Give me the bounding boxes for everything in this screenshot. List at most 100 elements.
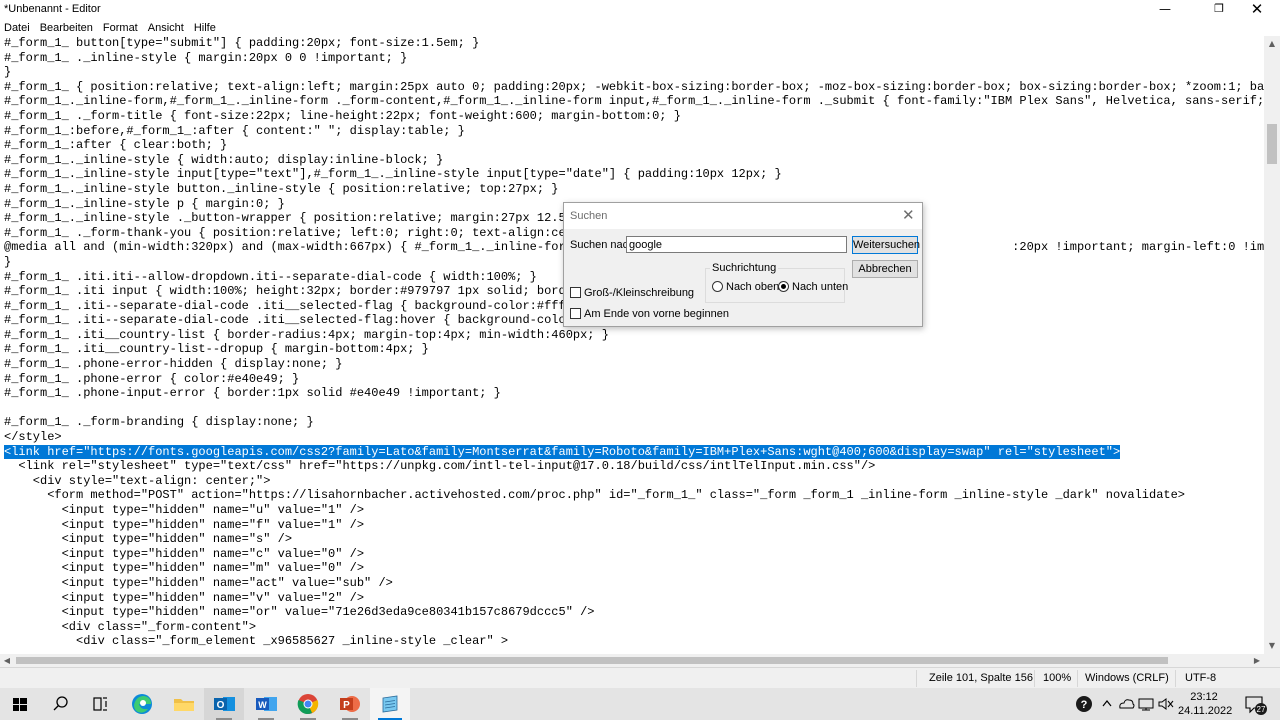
direction-up-label[interactable]: Nach oben (726, 281, 779, 293)
show-hidden-icons-button[interactable] (1098, 688, 1116, 720)
monitor-icon (1138, 698, 1154, 711)
menu-format[interactable]: Format (98, 20, 143, 36)
horizontal-scrollbar[interactable]: ◀ ▶ (0, 654, 1264, 667)
text-editor[interactable]: #_form_1_ button[type="submit"] { paddin… (0, 36, 1264, 654)
code-line-text: <div style="text-align: center;"> (4, 473, 271, 488)
scrollbar-corner (1264, 654, 1280, 667)
find-dialog-titlebar: Suchen (564, 203, 922, 229)
code-line-text: <input type="hidden" name="f" value="1" … (4, 517, 365, 532)
status-divider (1034, 670, 1035, 687)
code-line: <input type="hidden" name="s" /> (4, 532, 1264, 547)
selected-code-line: <link href="https://fonts.googleapis.com… (4, 444, 1264, 460)
help-tray-button[interactable]: ? (1072, 688, 1096, 720)
window-title: *Unbenannt - Editor (4, 3, 101, 15)
wrap-around-label[interactable]: Am Ende von vorne beginnen (584, 308, 729, 320)
scroll-down-icon[interactable]: ▼ (1264, 638, 1280, 654)
code-line: <div class="_form-content"> (4, 620, 1264, 635)
scroll-up-icon[interactable]: ▲ (1264, 36, 1280, 52)
menu-bearbeiten[interactable]: Bearbeiten (35, 20, 98, 36)
taskbar-chrome[interactable] (288, 688, 328, 720)
find-next-button[interactable]: Weitersuchen (852, 236, 920, 254)
code-text: #_form_1_ button[type="submit"] { paddin… (4, 36, 1264, 649)
code-line: <input type="hidden" name="act" value="s… (4, 576, 1264, 591)
taskbar-file-explorer[interactable] (164, 688, 204, 720)
vertical-scroll-thumb[interactable] (1267, 124, 1277, 164)
onedrive-tray-button[interactable] (1116, 688, 1136, 720)
status-bar: Zeile 101, Spalte 156 100% Windows (CRLF… (0, 667, 1280, 688)
task-view-icon (93, 697, 107, 711)
code-line-text: #_form_1_ .iti input { width:100%; heigh… (4, 284, 602, 299)
cancel-button[interactable]: Abbrechen (852, 260, 918, 278)
taskbar-word[interactable]: W (246, 688, 286, 720)
taskbar-outlook[interactable]: O (204, 688, 244, 720)
code-line: #_form_1_._inline-style input[type="text… (4, 167, 1264, 182)
code-line-text: #_form_1_ .iti__country-list { border-ra… (4, 327, 609, 342)
search-input[interactable] (626, 236, 847, 253)
code-line-text: <link href="https://fonts.googleapis.com… (4, 444, 1121, 459)
word-icon: W (256, 697, 277, 711)
scroll-right-icon[interactable]: ▶ (1250, 654, 1264, 667)
direction-up-radio[interactable] (712, 281, 723, 292)
minimize-button[interactable]: — (1142, 0, 1188, 20)
code-line-text: #_form_1_ ._form-branding { display:none… (4, 415, 314, 430)
help-icon: ? (1076, 696, 1092, 712)
taskbar-clock[interactable]: 23:12 24.11.2022 (1178, 690, 1232, 718)
code-line: #_form_1_._inline-form,#_form_1_._inline… (4, 94, 1264, 109)
code-line: #_form_1_ button[type="submit"] { paddin… (4, 36, 1264, 51)
code-line-text: #_form_1_ .iti--separate-dial-code .iti_… (4, 298, 602, 313)
start-button[interactable] (0, 688, 40, 720)
close-button[interactable]: ✕ (1234, 0, 1280, 20)
network-tray-button[interactable] (1136, 688, 1156, 720)
code-line-text: #_form_1_ .phone-input-error { border:1p… (4, 386, 501, 401)
code-line-text: #_form_1_ .phone-error-hidden { display:… (4, 357, 343, 372)
task-view-button[interactable] (80, 688, 120, 720)
vertical-scrollbar[interactable]: ▲ ▼ (1264, 36, 1280, 654)
menu-hilfe[interactable]: Hilfe (189, 20, 221, 36)
code-line-text: <input type="hidden" name="m" value="0" … (4, 561, 365, 576)
code-line-text: #_form_1_ .phone-error { color:#e40e49; … (4, 371, 300, 386)
code-line: #_form_1_ { position:relative; text-alig… (4, 80, 1264, 95)
zoom-level: 100% (1043, 672, 1072, 684)
taskbar-notepad[interactable] (370, 688, 410, 720)
title-bar: *Unbenannt - Editor — ❐ ✕ (0, 0, 1280, 20)
code-line-text: #_form_1_ ._form-thank-you { position:re… (4, 225, 602, 240)
menu-ansicht[interactable]: Ansicht (143, 20, 189, 36)
status-divider (1077, 670, 1078, 687)
scroll-left-icon[interactable]: ◀ (0, 654, 14, 667)
code-line-text: #_form_1_ ._inline-style { margin:20px 0… (4, 50, 408, 65)
direction-down-radio[interactable] (778, 281, 789, 292)
horizontal-scroll-thumb[interactable] (16, 657, 1168, 664)
menu-bar: Datei Bearbeiten Format Ansicht Hilfe (0, 20, 1280, 36)
code-line-text: #_form_1_ .iti__country-list--dropup { m… (4, 342, 429, 357)
taskbar-search-button[interactable] (40, 688, 80, 720)
code-line-text: #_form_1_:before,#_form_1_:after { conte… (4, 123, 465, 138)
code-line: </style> (4, 430, 1264, 445)
code-line: #_form_1_ ._form-title { font-size:22px;… (4, 109, 1264, 124)
code-line: <input type="hidden" name="u" value="1" … (4, 503, 1264, 518)
code-line: #_form_1_ .phone-error { color:#e40e49; … (4, 372, 1264, 387)
wrap-around-checkbox[interactable] (570, 308, 581, 319)
notepad-icon (382, 695, 398, 713)
code-line-text: #_form_1_ button[type="submit"] { paddin… (4, 36, 480, 50)
taskbar-powerpoint[interactable]: P (330, 688, 370, 720)
code-line-text: #_form_1_ ._form-title { font-size:22px;… (4, 108, 681, 123)
notification-center-button[interactable]: 27 (1240, 688, 1272, 720)
volume-tray-button[interactable] (1156, 688, 1176, 720)
taskbar: O W P ? 23:12 24.11.2022 27 (0, 688, 1280, 720)
code-line-text: <div class="_form_element _x96585627 _in… (4, 634, 509, 649)
notification-icon: 27 (1245, 696, 1267, 715)
match-case-checkbox[interactable] (570, 287, 581, 298)
match-case-label[interactable]: Groß-/Kleinschreibung (584, 287, 694, 299)
status-divider (916, 670, 917, 687)
code-line-text: <form method="POST" action="https://lisa… (4, 488, 1185, 503)
direction-down-label[interactable]: Nach unten (792, 281, 848, 293)
code-line-text: #_form_1_._inline-style button._inline-s… (4, 181, 559, 196)
code-line: <input type="hidden" name="or" value="71… (4, 605, 1264, 620)
code-line: #_form_1_:before,#_form_1_:after { conte… (4, 124, 1264, 139)
outlook-icon: O (214, 697, 235, 711)
menu-datei[interactable]: Datei (0, 20, 35, 36)
taskbar-edge[interactable] (122, 688, 162, 720)
close-icon[interactable]: ✕ (902, 206, 915, 224)
code-line-text: #_form_1_._inline-style { width:auto; di… (4, 152, 444, 167)
code-line: <input type="hidden" name="v" value="2" … (4, 591, 1264, 606)
